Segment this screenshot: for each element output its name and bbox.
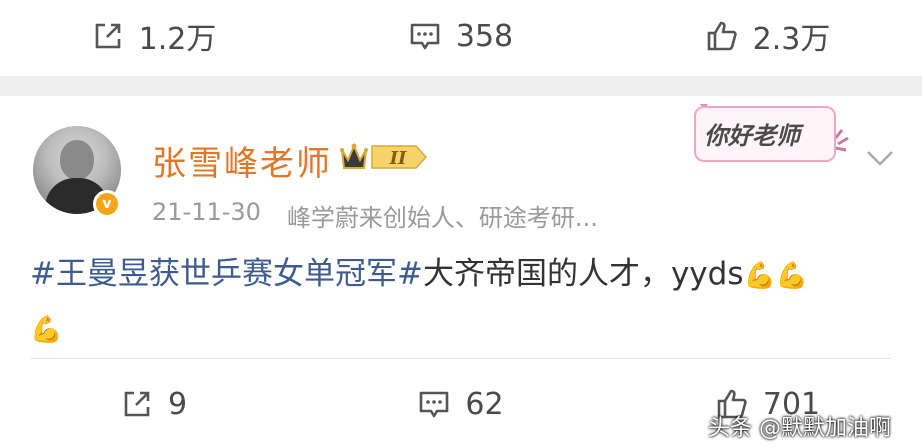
post-body: 大齐帝国的人才，yyds — [422, 256, 744, 292]
comment-count: 358 — [455, 18, 514, 54]
repost-count: 1.2万 — [138, 22, 217, 57]
flexed-biceps-icon: 💪 — [775, 261, 809, 291]
comment-icon — [410, 23, 440, 50]
feed-separator — [0, 76, 922, 96]
vip-crown-icon[interactable]: II — [338, 140, 430, 174]
chevron-down-icon[interactable] — [864, 148, 896, 168]
flexed-biceps-icon: 💪 — [743, 261, 776, 291]
username[interactable]: 张雪峰老师 — [152, 136, 332, 185]
post-meta: 21-11-30 峰学蔚来创始人、研途考研... — [152, 198, 598, 233]
comment-icon — [420, 391, 449, 418]
share-icon — [124, 391, 150, 417]
like-count: 2.3万 — [752, 22, 831, 57]
watermark: 头条 @默默加油啊 — [708, 416, 891, 441]
card-decoration[interactable]: 你好老师 — [690, 100, 850, 166]
post-text: #王曼昱获世乒赛女单冠军#大齐帝国的人才，yyds💪💪 💪 — [30, 248, 900, 356]
divider — [30, 358, 892, 359]
comment-button[interactable]: 358 — [307, 0, 614, 72]
repost-button[interactable]: 1.2万 — [0, 0, 307, 72]
flexed-biceps-icon: 💪 — [30, 315, 63, 345]
vip-level: II — [389, 148, 407, 169]
top-action-bar: 1.2万 358 2.3万 — [0, 0, 922, 72]
repost-count: 9 — [167, 386, 188, 422]
avatar[interactable]: v — [33, 126, 121, 218]
user-bio: 峰学蔚来创始人、研途考研... — [286, 204, 598, 232]
card-decoration-text: 你好老师 — [704, 121, 800, 150]
like-button[interactable]: 2.3万 — [614, 0, 921, 72]
comment-button[interactable]: 62 — [307, 368, 614, 440]
thumbs-up-icon — [707, 21, 737, 51]
verified-icon: v — [93, 190, 121, 218]
post-date: 21-11-30 — [152, 198, 261, 226]
comment-count: 62 — [465, 386, 504, 422]
repost-button[interactable]: 9 — [0, 368, 307, 440]
share-icon — [95, 23, 120, 49]
topic-link[interactable]: #王曼昱获世乒赛女单冠军# — [30, 256, 423, 292]
